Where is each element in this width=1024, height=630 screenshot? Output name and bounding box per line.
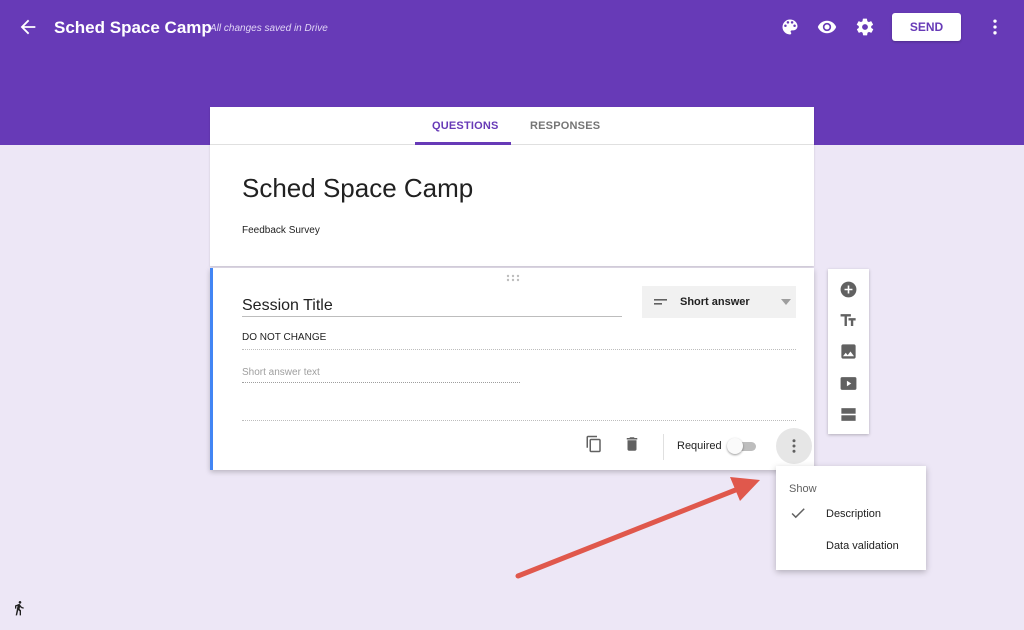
- short-answer-icon: [654, 299, 667, 305]
- required-toggle[interactable]: [727, 438, 757, 454]
- send-button[interactable]: SEND: [892, 13, 961, 41]
- running-person-icon[interactable]: [11, 599, 27, 617]
- duplicate-icon[interactable]: [585, 434, 603, 454]
- footer-divider: [242, 420, 796, 421]
- question-description-input[interactable]: DO NOT CHANGE: [242, 332, 796, 350]
- add-title-icon[interactable]: [839, 311, 858, 330]
- add-section-icon[interactable]: [839, 405, 858, 424]
- gear-icon[interactable]: [855, 17, 875, 37]
- menu-item-data-validation[interactable]: Data validation: [776, 532, 926, 560]
- question-type-label: Short answer: [680, 296, 750, 308]
- tab-questions[interactable]: QUESTIONS: [432, 120, 499, 132]
- form-header-card: QUESTIONS RESPONSES Sched Space Camp Fee…: [210, 107, 814, 266]
- menu-item-label: Description: [826, 508, 882, 520]
- save-status: All changes saved in Drive: [210, 23, 328, 34]
- menu-header: Show: [789, 483, 817, 495]
- active-card-indicator: [210, 268, 213, 470]
- question-card[interactable]: Session Title Short answer DO NOT CHANGE…: [210, 268, 814, 470]
- toggle-knob: [727, 438, 743, 454]
- question-title-input[interactable]: Session Title: [242, 297, 622, 317]
- drag-handle-icon[interactable]: [506, 274, 520, 282]
- eye-icon[interactable]: [817, 17, 837, 37]
- tab-responses[interactable]: RESPONSES: [530, 120, 600, 132]
- short-answer-placeholder: Short answer text: [242, 367, 520, 383]
- more-vert-icon: [792, 439, 796, 453]
- app-title: Sched Space Camp: [54, 18, 212, 37]
- chevron-down-icon: [781, 299, 791, 305]
- add-question-icon[interactable]: [839, 280, 858, 299]
- menu-item-label: Data validation: [826, 540, 899, 552]
- tab-bar: QUESTIONS RESPONSES: [210, 107, 814, 145]
- form-title[interactable]: Sched Space Camp: [242, 173, 473, 204]
- add-item-toolbar: [828, 269, 869, 434]
- more-options-menu: Show Description Data validation: [776, 466, 926, 570]
- footer-separator: [663, 434, 664, 460]
- check-icon: [791, 508, 805, 519]
- form-description[interactable]: Feedback Survey: [242, 225, 320, 236]
- more-vert-icon[interactable]: [985, 17, 1005, 37]
- add-video-icon[interactable]: [839, 374, 858, 393]
- active-tab-indicator: [415, 142, 511, 145]
- menu-item-description[interactable]: Description: [776, 500, 926, 528]
- more-options-button[interactable]: [776, 428, 812, 464]
- add-image-icon[interactable]: [839, 342, 858, 361]
- required-label: Required: [677, 440, 722, 452]
- arrow-back-icon[interactable]: [17, 16, 39, 38]
- palette-icon[interactable]: [780, 17, 800, 37]
- delete-icon[interactable]: [623, 434, 641, 454]
- question-type-select[interactable]: Short answer: [642, 286, 796, 318]
